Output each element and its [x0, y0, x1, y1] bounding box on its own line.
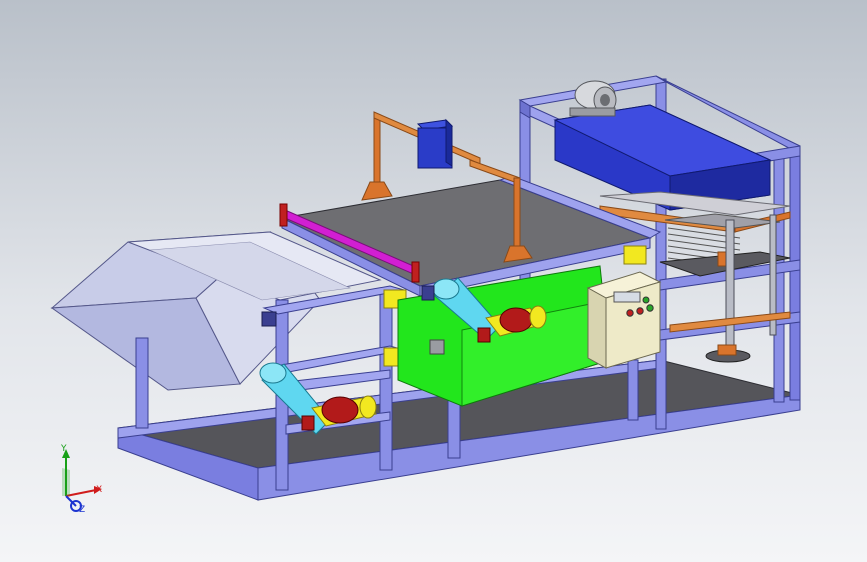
sensor-box[interactable]	[416, 118, 454, 169]
red-button-2[interactable]	[636, 307, 644, 315]
top-fan-motor[interactable]	[569, 80, 617, 117]
axis-triad: Y X Z	[60, 444, 102, 515]
cad-viewport[interactable]: Y X Z	[0, 0, 867, 562]
axis-label-z: Z	[79, 505, 85, 515]
feed-hopper[interactable]	[50, 231, 382, 391]
axis-label-y: Y	[60, 444, 67, 454]
control-box[interactable]	[586, 271, 662, 369]
green-button-2[interactable]	[646, 304, 654, 312]
red-button[interactable]	[626, 309, 634, 317]
green-button[interactable]	[642, 296, 650, 304]
conveyor-machine-model[interactable]: Y X Z	[0, 0, 867, 562]
control-display	[613, 291, 641, 303]
axis-label-x: X	[96, 485, 102, 495]
